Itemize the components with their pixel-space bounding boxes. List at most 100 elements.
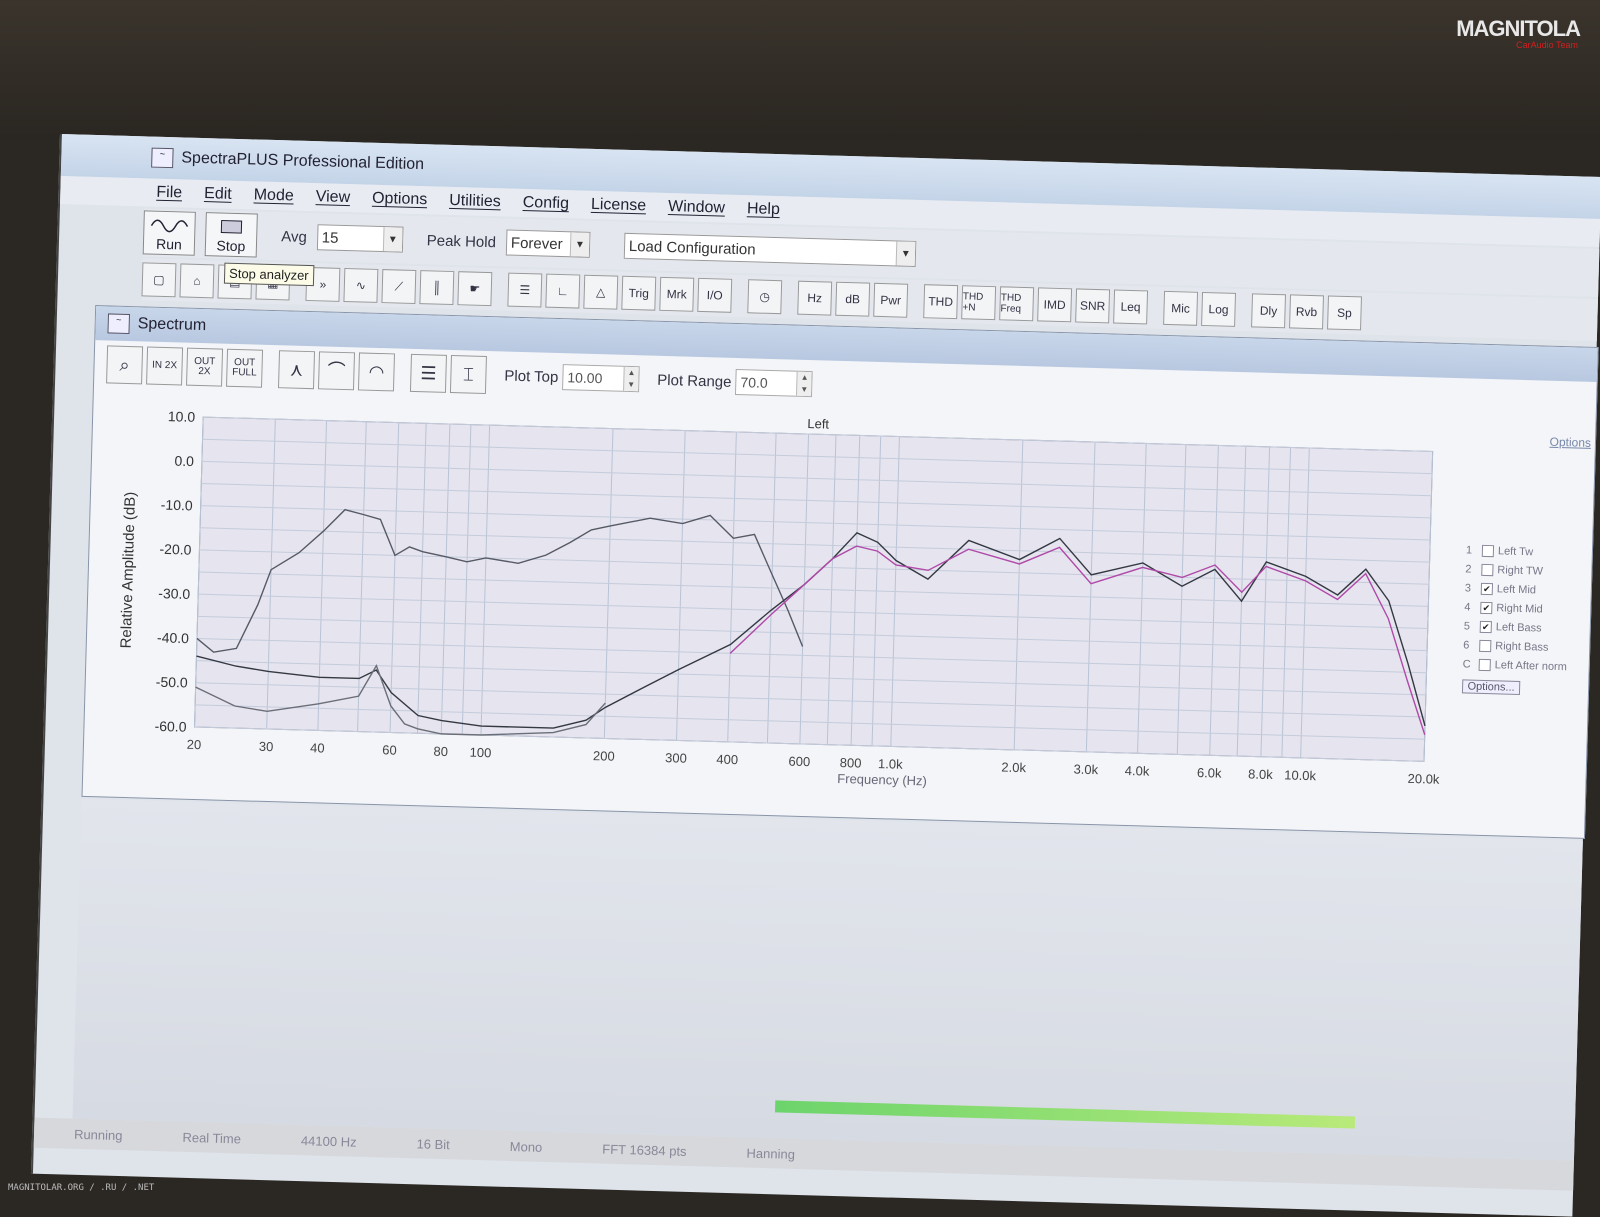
stop-button[interactable]: Stop [204,212,258,258]
avg-select[interactable]: 15 ▼ [316,224,404,253]
spectraplus-app-icon: ~ [151,147,174,169]
x-tick-label: 8.0k [1248,766,1273,782]
monitor-screen: ~ SpectraPLUS Professional Edition File … [30,134,1600,1217]
legend-item-number: 2 [1465,562,1472,576]
x-tick-label: 60 [382,742,397,757]
spectrum-title: Spectrum [137,315,207,335]
zoom-out-2x-button[interactable]: OUT 2X [186,347,224,387]
y-axis-label: Relative Amplitude (dB) [118,491,139,648]
x-tick-label: 30 [259,739,274,754]
x-tick-label: 200 [593,748,615,764]
legend-checkbox[interactable] [1478,658,1491,671]
curve-smooth-icon[interactable]: ⌒ [317,351,356,391]
menu-file[interactable]: File [156,184,182,203]
x-tick-label: 600 [788,754,810,770]
hand-icon[interactable]: ☛ [457,271,493,307]
sp-button[interactable]: Sp [1327,295,1362,331]
avg-label: Avg [280,227,308,246]
y-tick-label: -20.0 [159,541,192,558]
spinner-arrows-icon[interactable]: ▲ ▼ [796,371,812,397]
open-icon[interactable]: ⌂ [179,263,215,299]
menu-mode[interactable]: Mode [253,186,293,205]
mrk-button[interactable]: Mrk [659,276,695,312]
menu-options[interactable]: Options [372,190,428,210]
stop-monitor-icon [220,220,243,234]
thd-freq-button[interactable]: THD Freq [999,286,1035,322]
legend-checkbox[interactable]: ✔ [1480,582,1494,595]
db-button[interactable]: dB [835,281,871,317]
magnify-icon[interactable]: ⌕ [106,345,144,385]
legend-item-number: 1 [1465,543,1473,557]
menu-view[interactable]: View [315,188,351,207]
bars-icon[interactable]: ║ [419,270,455,306]
menu-utilities[interactable]: Utilities [449,192,501,211]
load-configuration-value: Load Configuration [628,237,756,258]
legend-checkbox[interactable] [1479,639,1492,652]
plot-range-spinner[interactable]: 70.0 ▲ ▼ [735,368,813,398]
spinner-arrows-icon[interactable]: ▲ ▼ [622,366,639,392]
list-icon[interactable]: ☰ [409,353,447,393]
zoom-out-full-button[interactable]: OUT FULL [226,348,264,388]
legend-rows: 1 Left Tw 2 Right TW 3 ✔ Left Mid 4 ✔ Right Mid 5 ✔… [1462,540,1586,676]
hz-button[interactable]: Hz [797,280,833,316]
legend-item-number: 3 [1464,581,1472,595]
triangle-icon[interactable]: △ [583,274,619,310]
x-tick-label: 400 [716,752,738,768]
slope-icon[interactable]: ⟋ [381,269,417,304]
legend-item-label: Right TW [1497,563,1544,578]
photo-logo-sub: CarAudio Team [1516,40,1578,50]
menu-help[interactable]: Help [747,200,780,219]
y-tick-label: -30.0 [158,585,191,602]
io-button[interactable]: I/O [697,277,733,313]
snr-button[interactable]: SNR [1075,288,1111,324]
log-button[interactable]: Log [1201,291,1237,327]
plot-range-label: Plot Range [657,371,732,391]
zoom-in-2x-button[interactable]: IN 2X [146,346,184,386]
pwr-button[interactable]: Pwr [873,282,909,318]
legend-checkbox[interactable]: ✔ [1479,620,1492,633]
plot-top-spinner[interactable]: 10.00 ▲ ▼ [561,364,640,393]
trace-legend: 1 Left Tw 2 Right TW 3 ✔ Left Mid 4 ✔ Right Mid 5 ✔… [1461,540,1586,696]
photo-background [0,0,1600,140]
curve-icon[interactable]: ∿ [343,267,379,303]
dly-button[interactable]: Dly [1251,293,1287,329]
clock-icon[interactable]: ◷ [747,279,783,315]
trig-button[interactable]: Trig [621,275,657,311]
leq-button[interactable]: Leq [1113,289,1149,325]
legend-item[interactable]: C Left After norm [1462,654,1582,676]
spectrum-window: ~ Spectrum ⌕ IN 2X OUT 2X OUT FULL ⋏ ⌒ ◠… [81,305,1599,839]
y-tick-label: -10.0 [161,497,194,514]
x-tick-label: 100 [469,745,491,761]
menu-edit[interactable]: Edit [204,185,232,204]
menu-window[interactable]: Window [668,198,725,218]
cursor-icon[interactable]: ⌶ [449,355,487,394]
load-configuration-select[interactable]: Load Configuration ▼ [623,232,917,267]
x-tick-label: 2.0k [1001,760,1026,776]
rvb-button[interactable]: Rvb [1289,294,1324,330]
mic-button[interactable]: Mic [1163,290,1199,326]
x-tick-label: 80 [433,744,448,759]
stop-analyzer-tooltip: Stop analyzer [223,262,314,287]
options-link[interactable]: Options [1549,435,1591,450]
spectrum-chart[interactable]: 10.0 0.0 -10.0 -20.0 -30.0 -40.0 -50.0 -60.020 3… [83,390,1454,834]
status-fft: FFT 16384 pts [602,1141,687,1159]
area-icon[interactable]: ◠ [357,352,396,392]
list-icon[interactable]: ☰ [507,272,543,308]
chevron-down-icon: ▼ [895,241,916,266]
menu-config[interactable]: Config [522,194,570,213]
run-button[interactable]: Run [142,210,196,256]
legend-checkbox[interactable]: ✔ [1480,601,1493,614]
menu-license[interactable]: License [591,196,647,216]
axis-icon[interactable]: ∟ [545,273,581,309]
x-tick-label: 20 [187,737,202,752]
peak-hold-select[interactable]: Forever ▼ [505,229,591,258]
imd-button[interactable]: IMD [1037,287,1073,323]
thd-button[interactable]: THD [923,284,959,320]
new-icon[interactable]: ▢ [141,262,177,298]
legend-checkbox[interactable] [1481,563,1494,576]
legend-item-label: Right Mid [1496,601,1543,616]
thd-n-button[interactable]: THD +N [961,285,997,321]
legend-options-button[interactable]: Options... [1461,679,1521,695]
peak-icon[interactable]: ⋏ [277,350,316,390]
legend-checkbox[interactable] [1481,544,1495,557]
